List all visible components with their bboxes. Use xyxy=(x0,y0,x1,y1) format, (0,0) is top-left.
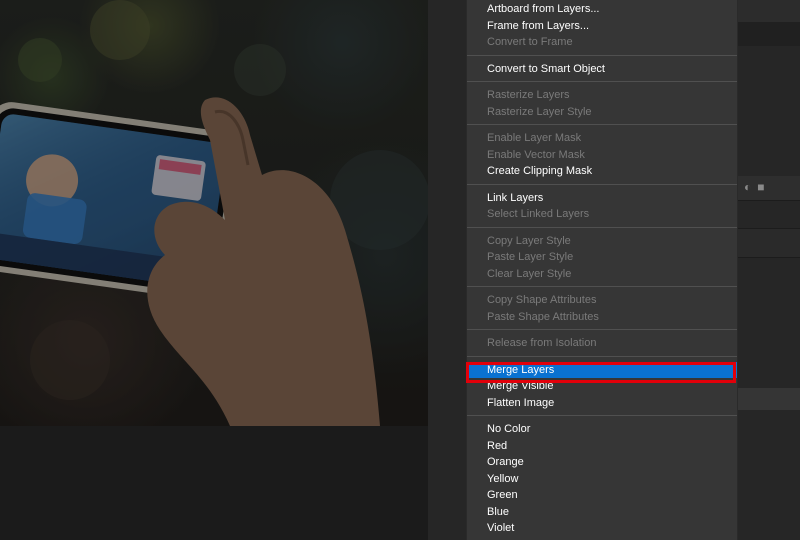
menu-separator xyxy=(467,183,737,185)
menu-item-paste-shape-attributes: Paste Shape Attributes xyxy=(487,310,599,323)
panel-tab-bar xyxy=(736,22,800,46)
menu-item-artboard-from-layers[interactable]: Artboard from Layers... xyxy=(467,1,737,18)
menu-separator xyxy=(467,124,737,125)
canvas-pasteboard xyxy=(0,426,466,540)
photo-image xyxy=(0,0,428,426)
menu-item-merge-visible[interactable]: Merge Visible xyxy=(467,378,737,395)
menu-separator xyxy=(467,226,737,228)
menu-separator xyxy=(467,415,737,416)
selected-layer-row[interactable] xyxy=(736,388,800,410)
menu-item-rasterize-layer-style: Rasterize Layer Style xyxy=(487,105,592,118)
menu-item-merge-layers[interactable]: Merge Layers xyxy=(467,361,737,378)
menu-item-frame-from-layers[interactable]: Frame from Layers... xyxy=(467,18,737,35)
menu-item-no-color[interactable]: No Color xyxy=(467,421,737,438)
menu-item-violet[interactable]: Violet xyxy=(467,520,737,537)
document-canvas[interactable] xyxy=(0,0,428,426)
menu-separator xyxy=(467,286,737,287)
menu-item-orange[interactable]: Orange xyxy=(467,454,737,471)
layers-panel-icons: ◐ ■ xyxy=(744,178,765,196)
menu-item-red[interactable]: Red xyxy=(467,438,737,455)
menu-item-convert-to-frame: Convert to Frame xyxy=(487,36,573,48)
adjustment-layer-icon[interactable]: ◐ xyxy=(744,178,751,196)
menu-item-link-layers[interactable]: Link Layers xyxy=(467,190,737,207)
menu-item-green[interactable]: Green xyxy=(467,487,737,504)
layers-panel-row xyxy=(736,228,800,258)
menu-item-rasterize-layers: Rasterize Layers xyxy=(487,89,570,101)
new-group-folder-icon[interactable]: ■ xyxy=(757,178,764,196)
menu-separator xyxy=(467,329,737,330)
menu-item-convert-to-smart-object[interactable]: Convert to Smart Object xyxy=(467,61,737,78)
layer-context-menu: Artboard from Layers... Frame from Layers… xyxy=(466,0,738,540)
menu-item-release-from-isolation: Release from Isolation xyxy=(487,337,597,349)
menu-item-flatten-image[interactable]: Flatten Image xyxy=(467,395,737,412)
menu-item-copy-layer-style: Copy Layer Style xyxy=(487,234,571,247)
menu-item-enable-vector-mask: Enable Vector Mask xyxy=(487,148,585,161)
menu-item-copy-shape-attributes: Copy Shape Attributes xyxy=(487,294,597,306)
menu-item-enable-layer-mask: Enable Layer Mask xyxy=(487,132,582,144)
menu-item-create-clipping-mask[interactable]: Create Clipping Mask xyxy=(467,163,737,180)
menu-item-paste-layer-style: Paste Layer Style xyxy=(487,251,574,263)
panel-header xyxy=(736,0,800,22)
menu-item-select-linked-layers: Select Linked Layers xyxy=(487,208,590,220)
menu-item-blue[interactable]: Blue xyxy=(467,504,737,521)
menu-item-clear-layer-style: Clear Layer Style xyxy=(487,267,572,280)
menu-item-yellow[interactable]: Yellow xyxy=(467,471,737,488)
menu-separator xyxy=(467,81,737,82)
menu-separator xyxy=(467,54,737,56)
menu-separator xyxy=(467,355,737,357)
